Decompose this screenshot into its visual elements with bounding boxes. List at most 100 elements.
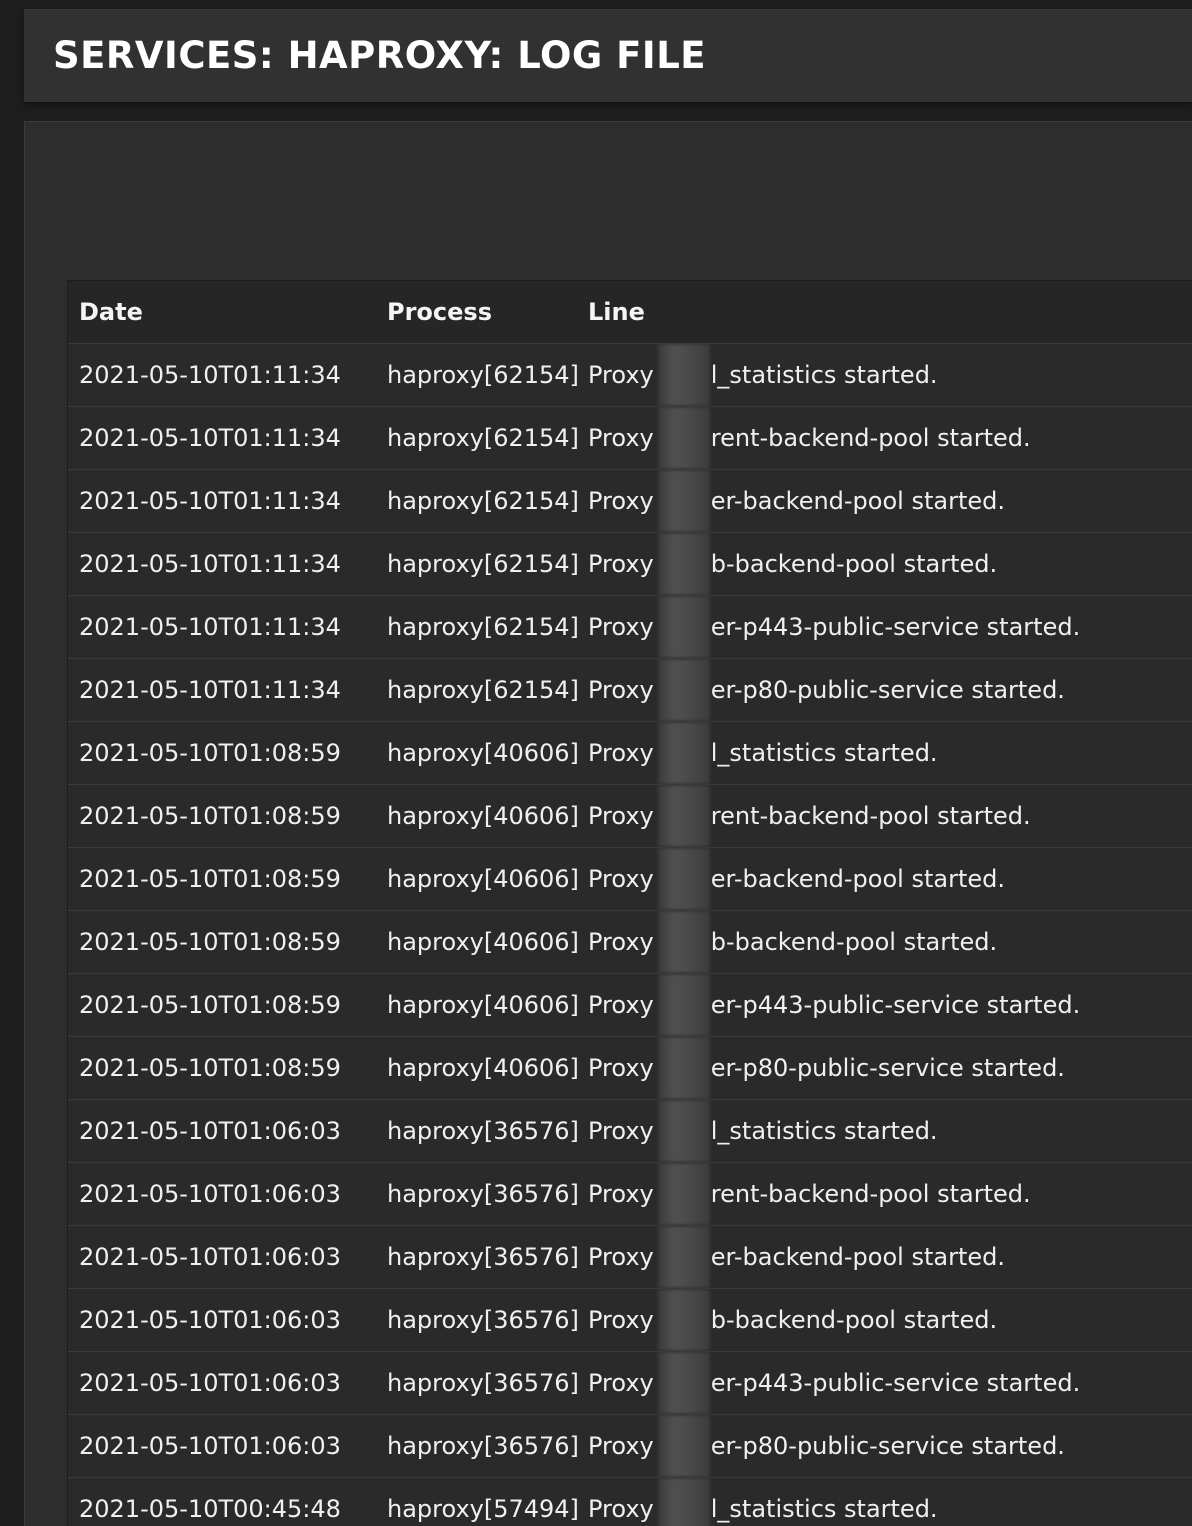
log-line-message: er-p80-public-service started. [710, 675, 1065, 704]
table-row: 2021-05-10T00:45:48 haproxy[57494] Proxy l_… [68, 1477, 1192, 1526]
log-line-message: er-backend-pool started. [710, 864, 1005, 893]
content-panel: Date Process Line 2021-05-10T01:11:34 hap… [24, 121, 1192, 1526]
log-line-message: er-backend-pool started. [710, 486, 1005, 515]
log-line-cell: Proxy er-p80-public-service started. [577, 1414, 1192, 1477]
log-line-message: er-p443-public-service started. [710, 1368, 1081, 1397]
log-date-cell: 2021-05-10T01:08:59 [79, 990, 341, 1019]
log-line-cell: Proxy rent-backend-pool started. [577, 1162, 1192, 1225]
log-process-cell: haproxy[36576] [387, 1116, 577, 1145]
log-table-container[interactable]: Date Process Line 2021-05-10T01:11:34 hap… [67, 280, 1192, 1526]
log-line-message: rent-backend-pool started. [710, 423, 1031, 452]
column-header-line[interactable]: Line [577, 281, 1192, 343]
log-process-cell: haproxy[62154] [387, 612, 577, 641]
table-row: 2021-05-10T01:08:59 haproxy[40606] Proxy l_… [68, 721, 1192, 784]
redacted-text-blur [657, 1477, 710, 1526]
log-date-cell: 2021-05-10T01:08:59 [79, 927, 341, 956]
log-date-cell: 2021-05-10T00:45:48 [79, 1494, 341, 1523]
log-process-cell: haproxy[40606] [387, 801, 577, 830]
log-date-cell: 2021-05-10T01:08:59 [79, 1053, 341, 1082]
log-line-message: er-backend-pool started. [710, 1242, 1005, 1271]
redacted-text-blur [657, 910, 710, 973]
log-line-cell: Proxy er-p80-public-service started. [577, 1036, 1192, 1099]
log-line-prefix: Proxy [588, 1494, 654, 1523]
log-date-cell: 2021-05-10T01:11:34 [79, 549, 341, 578]
log-line-message: er-p443-public-service started. [710, 612, 1081, 641]
log-process-cell: haproxy[36576] [387, 1179, 577, 1208]
log-line-message: rent-backend-pool started. [710, 1179, 1031, 1208]
log-line-message: l_statistics started. [710, 1494, 938, 1523]
redacted-text-blur [657, 595, 710, 658]
log-line-prefix: Proxy [588, 1053, 654, 1082]
log-date-cell: 2021-05-10T01:06:03 [79, 1305, 341, 1334]
log-line-cell: Proxy l_statistics started. [577, 1099, 1192, 1162]
log-line-cell: Proxy er-p443-public-service started. [577, 595, 1192, 658]
redacted-text-blur [657, 469, 710, 532]
table-row: 2021-05-10T01:06:03 haproxy[36576] Proxy er… [68, 1225, 1192, 1288]
log-line-message: l_statistics started. [710, 738, 938, 767]
log-process-cell: haproxy[62154] [387, 360, 577, 389]
log-date-cell: 2021-05-10T01:11:34 [79, 360, 341, 389]
log-line-cell: Proxy b-backend-pool started. [577, 532, 1192, 595]
redacted-text-blur [657, 406, 710, 469]
log-line-prefix: Proxy [588, 1368, 654, 1397]
log-date-cell: 2021-05-10T01:11:34 [79, 486, 341, 515]
log-table-body: 2021-05-10T01:11:34 haproxy[62154] Proxy l_… [68, 343, 1192, 1526]
log-process-cell: haproxy[40606] [387, 990, 577, 1019]
redacted-text-blur [657, 1099, 710, 1162]
log-line-message: l_statistics started. [710, 1116, 938, 1145]
log-process-cell: haproxy[40606] [387, 738, 577, 767]
log-date-cell: 2021-05-10T01:11:34 [79, 675, 341, 704]
log-process-cell: haproxy[36576] [387, 1242, 577, 1271]
log-process-cell: haproxy[57494] [387, 1494, 577, 1523]
table-row: 2021-05-10T01:06:03 haproxy[36576] Proxy er… [68, 1414, 1192, 1477]
log-process-cell: haproxy[36576] [387, 1305, 577, 1334]
log-line-cell: Proxy rent-backend-pool started. [577, 784, 1192, 847]
log-date-cell: 2021-05-10T01:11:34 [79, 612, 341, 641]
log-line-message: l_statistics started. [710, 360, 938, 389]
table-row: 2021-05-10T01:06:03 haproxy[36576] Proxy l_… [68, 1099, 1192, 1162]
log-date-cell: 2021-05-10T01:06:03 [79, 1431, 341, 1460]
log-date-cell: 2021-05-10T01:06:03 [79, 1179, 341, 1208]
log-date-cell: 2021-05-10T01:08:59 [79, 801, 341, 830]
log-process-cell: haproxy[62154] [387, 423, 577, 452]
log-process-cell: haproxy[40606] [387, 864, 577, 893]
log-line-prefix: Proxy [588, 738, 654, 767]
log-date-cell: 2021-05-10T01:08:59 [79, 864, 341, 893]
log-line-cell: Proxy er-p80-public-service started. [577, 658, 1192, 721]
log-line-message: b-backend-pool started. [710, 1305, 998, 1334]
log-line-message: er-p443-public-service started. [710, 990, 1081, 1019]
column-header-date[interactable]: Date [68, 281, 376, 343]
log-process-cell: haproxy[36576] [387, 1368, 577, 1397]
log-line-cell: Proxy l_statistics started. [577, 1477, 1192, 1526]
table-row: 2021-05-10T01:11:34 haproxy[62154] Proxy er… [68, 595, 1192, 658]
log-process-cell: haproxy[36576] [387, 1431, 577, 1460]
log-process-cell: haproxy[62154] [387, 549, 577, 578]
log-line-prefix: Proxy [588, 864, 654, 893]
log-line-prefix: Proxy [588, 612, 654, 641]
log-line-cell: Proxy er-p443-public-service started. [577, 973, 1192, 1036]
table-row: 2021-05-10T01:11:34 haproxy[62154] Proxy er… [68, 469, 1192, 532]
column-header-process[interactable]: Process [376, 281, 577, 343]
table-row: 2021-05-10T01:08:59 haproxy[40606] Proxy b-… [68, 910, 1192, 973]
redacted-text-blur [657, 1036, 710, 1099]
log-line-message: b-backend-pool started. [710, 549, 998, 578]
log-date-cell: 2021-05-10T01:08:59 [79, 738, 341, 767]
log-line-message: er-p80-public-service started. [710, 1053, 1065, 1082]
redacted-text-blur [657, 343, 710, 406]
log-process-cell: haproxy[40606] [387, 927, 577, 956]
log-date-cell: 2021-05-10T01:06:03 [79, 1116, 341, 1145]
redacted-text-blur [657, 721, 710, 784]
redacted-text-blur [657, 1162, 710, 1225]
redacted-text-blur [657, 1414, 710, 1477]
table-row: 2021-05-10T01:06:03 haproxy[36576] Proxy er… [68, 1351, 1192, 1414]
log-line-cell: Proxy er-backend-pool started. [577, 469, 1192, 532]
log-process-cell: haproxy[62154] [387, 486, 577, 515]
log-date-cell: 2021-05-10T01:06:03 [79, 1368, 341, 1397]
log-line-prefix: Proxy [588, 801, 654, 830]
page: SERVICES: HAPROXY: LOG FILE Date Process… [0, 0, 1192, 1526]
table-row: 2021-05-10T01:11:34 haproxy[62154] Proxy l_… [68, 343, 1192, 406]
table-row: 2021-05-10T01:08:59 haproxy[40606] Proxy er… [68, 847, 1192, 910]
page-header: SERVICES: HAPROXY: LOG FILE [24, 9, 1192, 102]
table-row: 2021-05-10T01:11:34 haproxy[62154] Proxy er… [68, 658, 1192, 721]
redacted-text-blur [657, 1351, 710, 1414]
